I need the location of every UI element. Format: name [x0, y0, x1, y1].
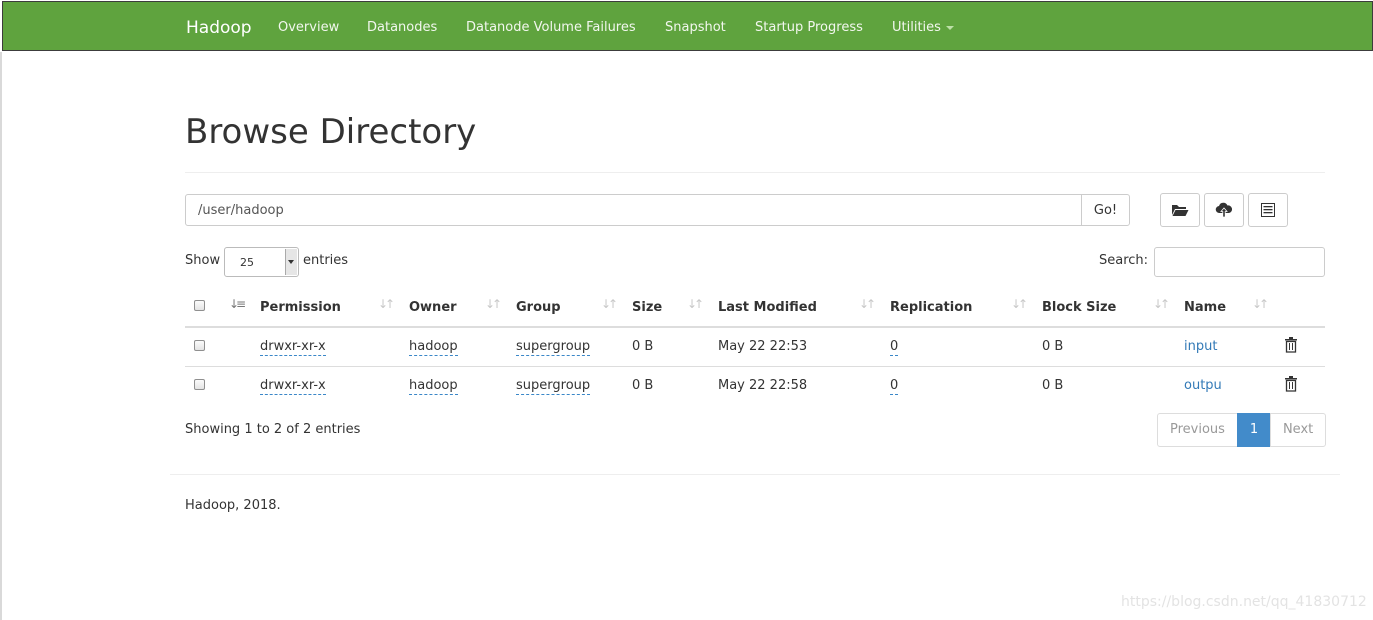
nav-overview[interactable]: Overview: [278, 20, 339, 35]
footer-text: Hadoop, 2018.: [185, 498, 281, 513]
col-group[interactable]: Group: [516, 300, 561, 315]
list-icon: [1261, 203, 1275, 217]
folder-open-icon: [1172, 205, 1189, 216]
sort-icon[interactable]: ↓↑: [378, 297, 395, 311]
page-1-button[interactable]: 1: [1236, 413, 1271, 447]
replication-cell[interactable]: 0: [890, 339, 899, 356]
directory-path-input[interactable]: [185, 194, 1082, 226]
window-edge: [0, 52, 2, 620]
next-page-button[interactable]: Next: [1269, 413, 1327, 447]
cloud-upload-icon: [1215, 202, 1233, 218]
size-cell: 0 B: [632, 378, 654, 393]
watermark: https://blog.csdn.net/qq_41830712: [1121, 594, 1367, 610]
nav-utilities[interactable]: Utilities: [892, 20, 954, 35]
trash-icon[interactable]: [1284, 337, 1298, 353]
group-cell[interactable]: supergroup: [516, 378, 591, 395]
select-arrow-icon: [285, 249, 297, 275]
name-link[interactable]: outpu: [1184, 378, 1222, 393]
previous-page-button[interactable]: Previous: [1157, 413, 1238, 447]
replication-cell[interactable]: 0: [890, 378, 899, 395]
page-title: Browse Directory: [185, 112, 477, 152]
block-size-cell: 0 B: [1042, 378, 1064, 393]
col-size[interactable]: Size: [632, 300, 662, 315]
show-label: Show: [185, 253, 221, 268]
sort-icon[interactable]: ↓↑: [601, 297, 618, 311]
top-navbar: Hadoop Overview Datanodes Datanode Volum…: [2, 1, 1373, 51]
nav-volume-failures[interactable]: Datanode Volume Failures: [466, 20, 636, 35]
sort-icon[interactable]: ↓↑: [485, 297, 502, 311]
trash-icon[interactable]: [1284, 376, 1298, 392]
footer-divider: [170, 474, 1340, 475]
block-size-cell: 0 B: [1042, 339, 1064, 354]
col-owner[interactable]: Owner: [409, 300, 457, 315]
upload-files-button[interactable]: [1204, 193, 1244, 227]
col-block-size[interactable]: Block Size: [1042, 300, 1116, 315]
row-checkbox[interactable]: [194, 379, 205, 390]
col-permission[interactable]: Permission: [260, 300, 341, 315]
size-cell: 0 B: [632, 339, 654, 354]
name-link[interactable]: input: [1184, 339, 1217, 354]
modified-cell: May 22 22:53: [718, 339, 808, 354]
sort-icon[interactable]: ↓↑: [859, 297, 876, 311]
entries-label: entries: [303, 253, 349, 268]
modified-cell: May 22 22:58: [718, 378, 808, 393]
brand-link[interactable]: Hadoop: [186, 18, 252, 38]
table-header-divider: [185, 326, 1325, 328]
row-divider: [185, 366, 1325, 367]
sort-icon[interactable]: ↓↑: [687, 297, 704, 311]
sort-amount-icon[interactable]: ↓≡: [229, 297, 246, 311]
col-replication[interactable]: Replication: [890, 300, 972, 315]
select-all-checkbox[interactable]: [194, 300, 205, 311]
table-info: Showing 1 to 2 of 2 entries: [185, 422, 361, 437]
search-label: Search:: [1099, 253, 1149, 268]
permission-cell[interactable]: drwxr-xr-x: [260, 378, 326, 395]
group-cell[interactable]: supergroup: [516, 339, 591, 356]
nav-snapshot[interactable]: Snapshot: [665, 20, 726, 35]
col-name[interactable]: Name: [1184, 300, 1226, 315]
nav-utilities-label: Utilities: [892, 20, 941, 35]
sort-icon[interactable]: ↓↑: [1252, 297, 1269, 311]
permission-cell[interactable]: drwxr-xr-x: [260, 339, 326, 356]
entries-per-page-select[interactable]: 25: [224, 247, 299, 277]
sort-icon[interactable]: ↓↑: [1153, 297, 1170, 311]
owner-cell[interactable]: hadoop: [409, 378, 458, 395]
pagination: Previous 1 Next: [1157, 413, 1327, 447]
cut-paste-button[interactable]: [1248, 193, 1288, 227]
owner-cell[interactable]: hadoop: [409, 339, 458, 356]
go-button[interactable]: Go!: [1081, 194, 1130, 226]
title-divider: [185, 172, 1325, 173]
caret-down-icon: [945, 25, 954, 30]
col-last-modified[interactable]: Last Modified: [718, 300, 817, 315]
nav-datanodes[interactable]: Datanodes: [367, 20, 437, 35]
table-search-input[interactable]: [1154, 247, 1325, 277]
create-directory-button[interactable]: [1160, 193, 1200, 227]
entries-select-value: 25: [240, 256, 254, 269]
row-checkbox[interactable]: [194, 340, 205, 351]
nav-startup-progress[interactable]: Startup Progress: [755, 20, 863, 35]
sort-icon[interactable]: ↓↑: [1011, 297, 1028, 311]
